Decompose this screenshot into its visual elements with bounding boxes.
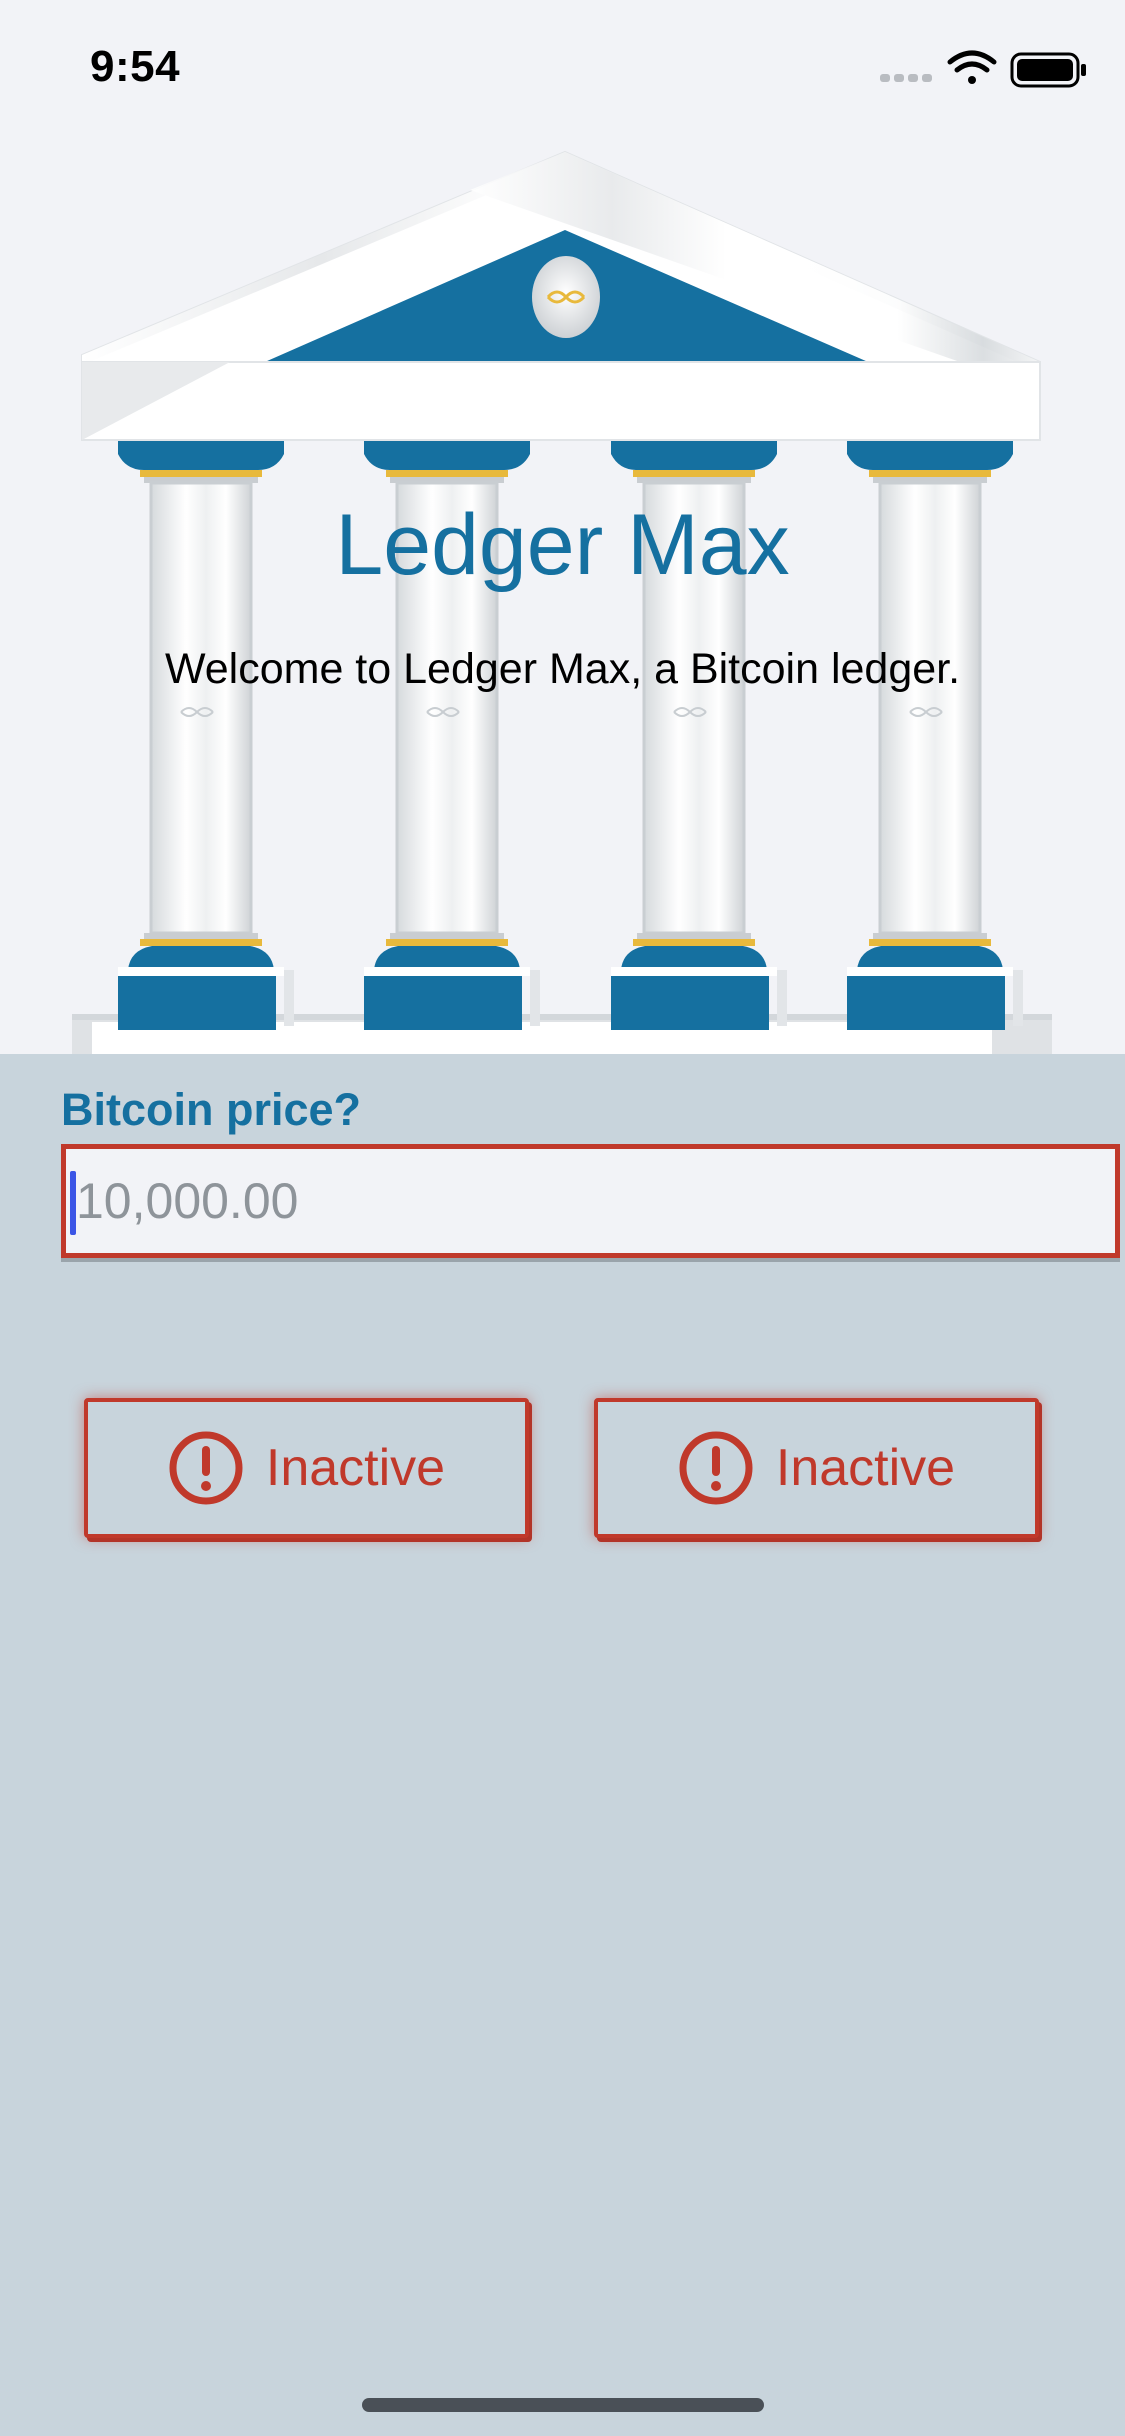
cellular-signal-icon <box>880 74 932 82</box>
inactive-button-left[interactable]: Inactive <box>84 1398 529 1538</box>
app-title: Ledger Max <box>335 497 790 593</box>
bitcoin-price-input[interactable] <box>66 1149 1115 1253</box>
home-indicator[interactable] <box>362 2398 764 2412</box>
bitcoin-price-label: Bitcoin price? <box>61 1084 362 1135</box>
hero-section: 9:54 Ledger Max Welcome to Ledger Max, a… <box>0 0 1125 1054</box>
exclamation-circle-icon <box>679 1431 753 1505</box>
app-subtitle: Welcome to Ledger Max, a Bitcoin ledger. <box>164 645 961 693</box>
exclamation-circle-icon <box>169 1431 243 1505</box>
inactive-button-right[interactable]: Inactive <box>594 1398 1039 1538</box>
status-icons <box>880 50 1086 88</box>
bitcoin-price-field[interactable] <box>61 1144 1120 1258</box>
inactive-button-label: Inactive <box>775 1439 956 1497</box>
battery-icon <box>1010 52 1086 88</box>
text-cursor <box>70 1171 76 1235</box>
status-time: 9:54 <box>90 42 181 91</box>
inactive-button-label: Inactive <box>265 1439 446 1497</box>
wifi-icon <box>947 50 997 84</box>
